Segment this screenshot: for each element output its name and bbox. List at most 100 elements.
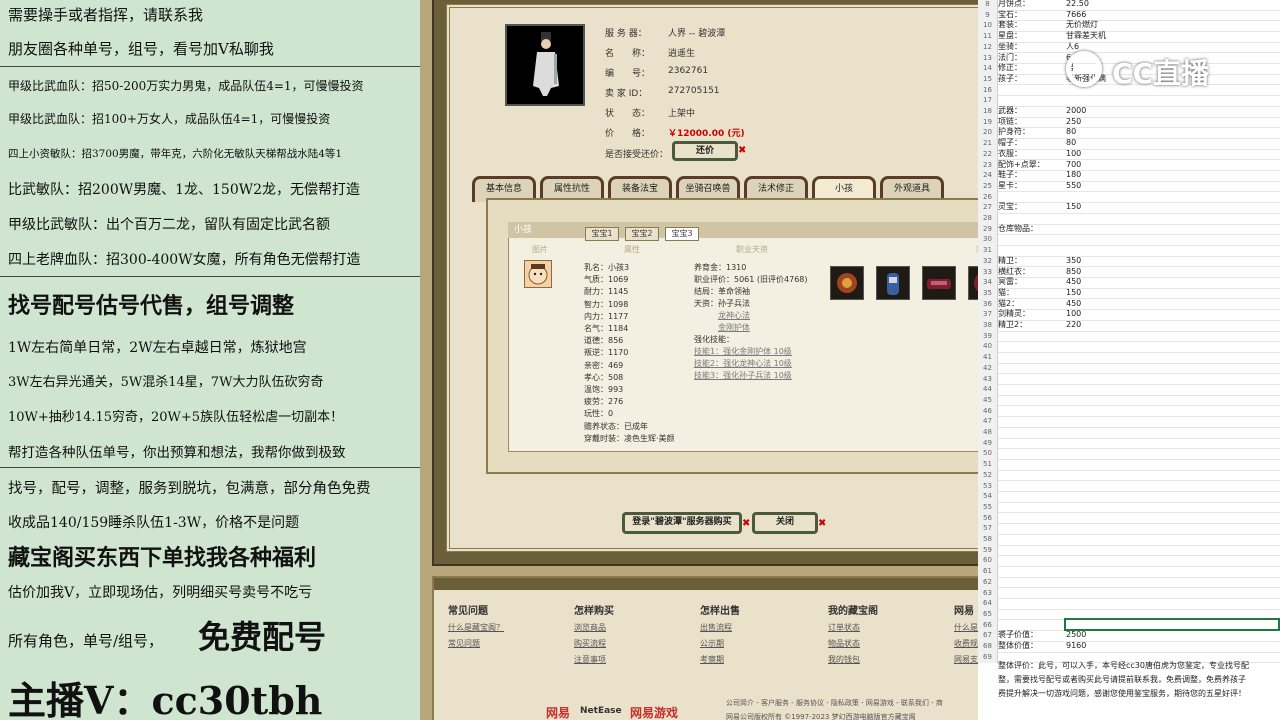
footer-links-bar: 公司简介 - 客户服务 - 服务协议 - 隐私政策 - 网易游戏 - 联系我们 … [726,699,943,707]
equipment-slot[interactable] [922,266,956,300]
spreadsheet-panel: 8 月饼点： 22.50 9 宝石： 7666 10 套装： 无价燃灯 11 星盘： 甘霖差天机 12 坐… [978,0,1280,720]
equipment-slot[interactable] [876,266,910,300]
banner-line: 甲级比武血队：招100+万女人，成品队伍4=1，可慢慢投资 [8,112,331,126]
banner-line: 四上老牌血队：招300-400W女魔，所有角色无偿帮打造 [8,252,361,268]
child-avatar [524,260,552,288]
banner-line: 甲级比武敏队：出个百万二龙，留队有固定比武名额 [8,217,330,233]
equipment-icon [887,273,899,295]
tab-baby-3[interactable]: 宝宝3 [665,227,699,241]
banner-free-config: 免费配号 [198,618,327,656]
footer-link[interactable]: 物品状态 [828,638,860,649]
footer-link[interactable]: 我的钱包 [828,654,860,665]
banner-line: 所有角色，单号/组号， [8,632,164,650]
column-header: 职业天资 [736,245,768,254]
child-info: 职业评价：5061 (旧评价4768) [694,275,808,284]
footer-link[interactable]: 注意事项 [574,654,606,665]
close-icon: ✖ [818,518,827,529]
login-buy-button[interactable]: 登录"碧波潭"服务器购买 [622,512,742,534]
child-stat: 叛逆：1170 [584,348,629,358]
footer-link[interactable]: 浏览商品 [574,622,606,633]
cc-live-watermark: CC直播 [1066,48,1266,92]
watermark-text: CC直播 [1112,57,1210,90]
banner-line: 帮打造各种队伍单号，你出预算和想法，我帮你做到极致 [8,445,346,461]
cc-logo-icon [1066,51,1102,87]
panel-title: 小孩 [508,222,978,238]
skill-link[interactable]: 技能3：强化孙子兵法 10级 [694,370,792,381]
footer-heading: 常见问题 [448,606,488,617]
banner-line: 比武敏队：招200W男魔、1龙、150W2龙，无偿帮打造 [8,182,361,198]
banner-line: 甲级比武血队：招50-200万实力男鬼，成品队伍4=1，可慢慢投资 [8,79,364,93]
column-header: 图片 [532,245,548,254]
child-stat: 孝心：508 [584,372,624,382]
status-value: 上架中 [668,109,696,119]
equipment-slot[interactable] [830,266,864,300]
divider [0,276,420,277]
close-icon: ✖ [742,518,751,529]
footer-link[interactable]: 考察期 [700,654,724,665]
child-stat: 气质：1069 [584,275,629,285]
skill-link[interactable]: 技能2：强化龙神心法 10级 [694,358,792,369]
banner-line: 朋友圈各种单号，组号，看号加V私聊我 [8,40,274,58]
item-detail-frame: 服 务 器： 人界 -- 碧波潭 名 称： 逍遥生 编 号： 2362761 卖… [432,0,978,566]
footer-heading: 网易 [954,606,974,617]
footer-bar [434,578,978,590]
child-stat: 耐力：1145 [584,287,629,297]
price-value: ￥12000.00 (元) [668,129,745,139]
banner-line: 10W+抽秒14.15穷奇，20W+5族队伍轻松虐一切副本！ [8,410,344,425]
seller-id-value: 272705151 [668,86,720,96]
child-info: 天资：孙子兵法 [694,299,750,308]
info-label: 卖 家 ID： [605,89,648,99]
equipment-slot[interactable] [968,266,978,300]
child-stat: 名气：1184 [584,324,629,333]
bargain-label: 是否接受还价： [605,150,669,160]
footer-link[interactable]: 购买流程 [574,638,606,649]
child-stat: 穿戴时装：凌色生辉·美颜 [584,433,675,443]
column-header: 属性 [624,245,640,254]
footer-link[interactable]: 什么是 [954,622,978,633]
banner-line: 估价加我V，立即现场估，列明细买号卖号不吃亏 [8,585,313,601]
skill-link[interactable]: 技能1：强化金刚护体 10级 [694,346,792,357]
footer-link[interactable]: 常见问题 [448,638,480,649]
tab-baby-1[interactable]: 宝宝1 [585,227,619,241]
child-skill-link[interactable]: 金刚护体 [718,322,750,333]
info-label: 价 格： [605,129,651,139]
game-trading-window: 服 务 器： 人界 -- 碧波潭 名 称： 逍遥生 编 号： 2362761 卖… [420,0,978,720]
footer-link[interactable]: 什么是藏宝阁？ [448,622,504,633]
child-skill-link[interactable]: 龙神心法 [718,310,750,321]
tab-baby-2[interactable]: 宝宝2 [625,227,659,241]
child-stat: 道德：856 [584,336,624,346]
child-stat: 智力：1098 [584,299,629,309]
banner-contact: 主播V：cc30tbh [8,678,323,720]
banner-line: 需要操手或者指挥，请联系我 [8,6,204,24]
children-panel: 小孩 宝宝1 宝宝2 宝宝3 图片 属性 职业天资 装备 乳名：小孩3气质：10… [486,198,978,474]
footer-link[interactable]: 收费规 [954,638,978,649]
character-figure-icon [533,32,559,96]
footer-link[interactable]: 公示期 [700,638,724,649]
child-stat: 疲劳：276 [584,397,624,407]
info-label: 服 务 器： [605,29,647,39]
footer-copyright: 网易公司版权所有 ©1997-2023 梦幻西游电脑版官方藏宝阁 [726,713,916,720]
info-label: 名 称： [605,49,651,59]
selected-cell[interactable] [1064,618,1280,631]
child-stat: 赡养状态：已成年 [584,421,648,431]
banner-line: 3W左右异光通关，5W混杀14星，7W大力队伍砍穷奇 [8,375,324,390]
footer-link[interactable]: 出售流程 [700,622,732,633]
footer-link[interactable]: 订单状态 [828,622,860,633]
netease-games-brand: 网易游戏 [630,706,679,720]
equipment-icon [974,274,978,292]
footer-link[interactable]: 网易支 [954,654,978,665]
banner-headline: 找号配号估号代售，组号调整 [8,293,295,319]
child-stat: 乳名：小孩3 [584,263,630,272]
netease-brand: NetEase [580,706,622,716]
footer-heading: 我的藏宝阁 [828,606,878,617]
name-value: 逍遥生 [668,49,696,59]
info-label: 状 态： [605,109,651,119]
divider [0,66,420,67]
child-detail-card [508,222,978,452]
banner-line: 四上小资敏队：招3700男魔，带年克，六阶化无敏队天梯帮战水陆4等1 [8,148,343,160]
id-value: 2362761 [668,66,709,76]
child-stat: 温饱：993 [584,385,624,394]
bargain-button[interactable]: 还价 [672,141,738,161]
equipment-icon [837,273,857,293]
close-button[interactable]: 关闭 [752,512,818,534]
